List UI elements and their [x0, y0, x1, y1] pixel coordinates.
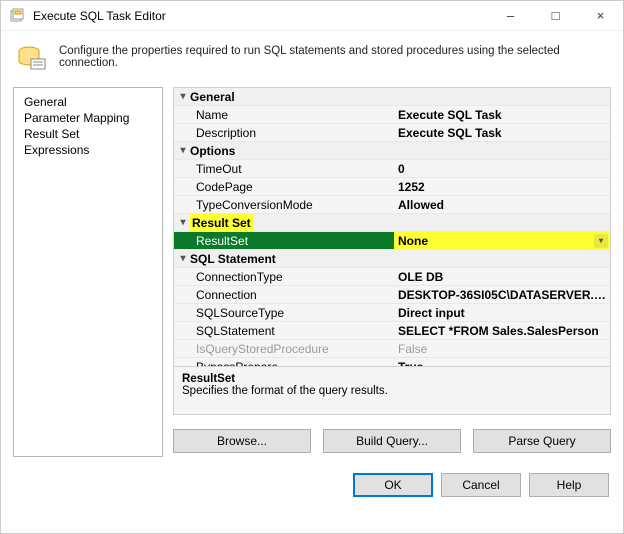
prop-connectiontype[interactable]: ConnectionType OLE DB [174, 268, 610, 286]
chevron-down-icon: ▾ [176, 88, 190, 106]
cancel-button[interactable]: Cancel [441, 473, 521, 497]
help-title: ResultSet [182, 373, 602, 385]
sidebar-item-parameter-mapping[interactable]: Parameter Mapping [14, 110, 162, 126]
prop-value: None ▾ [394, 232, 610, 249]
sidebar-item-general[interactable]: General [14, 94, 162, 110]
parse-query-button[interactable]: Parse Query [473, 429, 611, 453]
category-label: General [190, 88, 235, 106]
prop-key: ConnectionType [174, 268, 394, 285]
prop-value: Execute SQL Task [394, 124, 610, 141]
sidebar-item-result-set[interactable]: Result Set [14, 126, 162, 142]
prop-key: Connection [174, 286, 394, 303]
prop-key: ResultSet [174, 232, 394, 249]
category-options[interactable]: ▾ Options [174, 142, 610, 160]
prop-key: Name [174, 106, 394, 123]
prop-key: TimeOut [174, 160, 394, 177]
prop-value: Execute SQL Task [394, 106, 610, 123]
chevron-down-icon: ▾ [176, 142, 190, 160]
prop-bypassprepare[interactable]: BypassPrepare True [174, 358, 610, 367]
prop-isquerystoredprocedure: IsQueryStoredProcedure False [174, 340, 610, 358]
task-icon [15, 41, 47, 73]
header-description: Configure the properties required to run… [59, 45, 609, 69]
browse-button[interactable]: Browse... [173, 429, 311, 453]
prop-sqlstatement[interactable]: SQLStatement SELECT *FROM Sales.SalesPer… [174, 322, 610, 340]
dropdown-icon[interactable]: ▾ [594, 234, 608, 248]
prop-timeout[interactable]: TimeOut 0 [174, 160, 610, 178]
category-label: SQL Statement [190, 250, 276, 268]
prop-value: 1252 [394, 178, 610, 195]
maximize-button[interactable]: □ [533, 1, 578, 30]
prop-value: OLE DB [394, 268, 610, 285]
prop-value: DESKTOP-36SI05C\DATASERVER.AdventureW [394, 286, 610, 303]
footer: OK Cancel Help [1, 457, 623, 509]
ok-button[interactable]: OK [353, 473, 433, 497]
help-body: Specifies the format of the query result… [182, 385, 602, 397]
prop-value: Direct input [394, 304, 610, 321]
minimize-button[interactable]: – [488, 1, 533, 30]
prop-key: Description [174, 124, 394, 141]
category-sql-statement[interactable]: ▾ SQL Statement [174, 250, 610, 268]
prop-value: True [394, 358, 610, 367]
window-title: Execute SQL Task Editor [33, 9, 488, 23]
category-result-set[interactable]: ▾ Result Set [174, 214, 610, 232]
prop-key: TypeConversionMode [174, 196, 394, 213]
chevron-down-icon: ▾ [176, 250, 190, 268]
sidebar-item-expressions[interactable]: Expressions [14, 142, 162, 158]
prop-key: CodePage [174, 178, 394, 195]
close-button[interactable]: × [578, 1, 623, 30]
header: Configure the properties required to run… [1, 31, 623, 87]
prop-resultset[interactable]: ResultSet None ▾ [174, 232, 610, 250]
category-label: Options [190, 142, 235, 160]
build-query-button[interactable]: Build Query... [323, 429, 461, 453]
prop-connection[interactable]: Connection DESKTOP-36SI05C\DATASERVER.Ad… [174, 286, 610, 304]
prop-description[interactable]: Description Execute SQL Task [174, 124, 610, 142]
prop-key: IsQueryStoredProcedure [174, 340, 394, 357]
prop-sqlsourcetype[interactable]: SQLSourceType Direct input [174, 304, 610, 322]
title-bar: Execute SQL Task Editor – □ × [1, 1, 623, 31]
prop-key: BypassPrepare [174, 358, 394, 367]
prop-key: SQLStatement [174, 322, 394, 339]
chevron-down-icon: ▾ [176, 214, 190, 232]
help-button[interactable]: Help [529, 473, 609, 497]
prop-value: 0 [394, 160, 610, 177]
category-label: Result Set [190, 214, 253, 232]
category-general[interactable]: ▾ General [174, 88, 610, 106]
app-icon [9, 8, 25, 24]
property-grid: ▾ General Name Execute SQL Task Descript… [173, 87, 611, 367]
help-panel: ResultSet Specifies the format of the qu… [173, 367, 611, 415]
sidebar: General Parameter Mapping Result Set Exp… [13, 87, 163, 457]
prop-value: False [394, 340, 610, 357]
prop-codepage[interactable]: CodePage 1252 [174, 178, 610, 196]
prop-key: SQLSourceType [174, 304, 394, 321]
prop-value: SELECT *FROM Sales.SalesPerson [394, 322, 610, 339]
prop-name[interactable]: Name Execute SQL Task [174, 106, 610, 124]
prop-typeconversionmode[interactable]: TypeConversionMode Allowed [174, 196, 610, 214]
prop-value: Allowed [394, 196, 610, 213]
prop-value-text: None [398, 234, 428, 248]
